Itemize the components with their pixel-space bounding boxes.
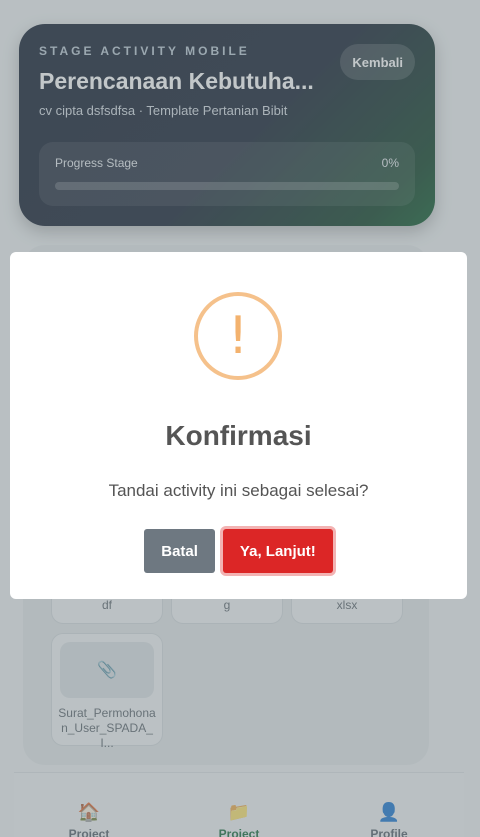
warning-glyph: ! <box>227 306 249 366</box>
confirm-button[interactable]: Ya, Lanjut! <box>222 529 333 573</box>
confirm-dialog: ! Konfirmasi Tandai activity ini sebagai… <box>10 252 467 599</box>
dialog-actions: Batal Ya, Lanjut! <box>10 529 467 573</box>
warning-icon: ! <box>194 292 282 380</box>
dialog-title: Konfirmasi <box>165 420 312 451</box>
dialog-message: Tandai activity ini sebagai selesai? <box>108 481 369 500</box>
cancel-button[interactable]: Batal <box>144 529 215 573</box>
